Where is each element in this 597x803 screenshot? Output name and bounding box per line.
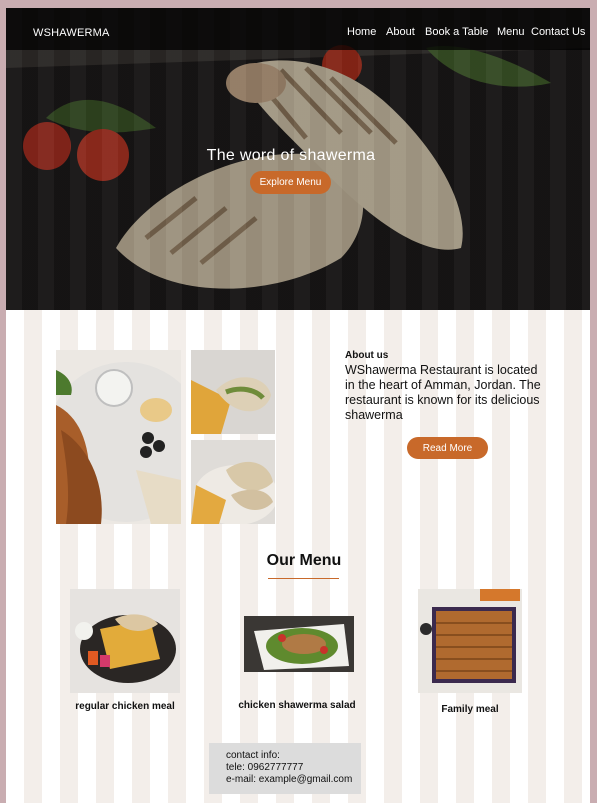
nav-menu[interactable]: Menu — [497, 26, 525, 38]
contact-email: e-mail: example@gmail.com — [226, 774, 353, 785]
hero-title: The word of shawerma — [206, 147, 376, 164]
navbar: WSHAWERMA Home About Book a Table Menu C… — [6, 8, 590, 50]
contact-title: contact info: — [226, 750, 280, 761]
about-photo-wrap-fries-2 — [191, 440, 275, 524]
page: WSHAWERMA Home About Book a Table Menu C… — [6, 8, 590, 803]
menu-item-image-regular-chicken-meal[interactable] — [70, 589, 180, 693]
nav-about[interactable]: About — [386, 26, 415, 38]
brand-logo[interactable]: WSHAWERMA — [33, 27, 110, 39]
about-photo-wrap-fries — [191, 350, 275, 434]
nav-contact[interactable]: Contact Us — [531, 26, 585, 38]
about-photo-platter — [56, 350, 181, 524]
menu-item-name: chicken shawerma salad — [238, 700, 356, 711]
nav-book-table[interactable]: Book a Table — [425, 26, 488, 38]
menu-item-name: Family meal — [441, 704, 499, 715]
menu-item-name: regular chicken meal — [75, 701, 175, 712]
menu-title: Our Menu — [266, 552, 342, 569]
menu-item-image-family-meal[interactable] — [418, 589, 522, 693]
menu-title-underline — [268, 578, 339, 579]
contact-info-box: contact info: tele: 0962777777 e-mail: e… — [209, 743, 361, 794]
about-text: WShawerma Restaurant is located in the h… — [345, 363, 541, 422]
hero-section: WSHAWERMA Home About Book a Table Menu C… — [6, 8, 590, 310]
about-heading: About us — [345, 350, 389, 361]
nav-home[interactable]: Home — [347, 26, 376, 38]
explore-menu-button[interactable]: Explore Menu — [250, 171, 331, 194]
menu-item-image-chicken-shawerma-salad[interactable] — [244, 616, 354, 672]
read-more-button[interactable]: Read More — [407, 437, 488, 459]
contact-phone: tele: 0962777777 — [226, 762, 304, 773]
